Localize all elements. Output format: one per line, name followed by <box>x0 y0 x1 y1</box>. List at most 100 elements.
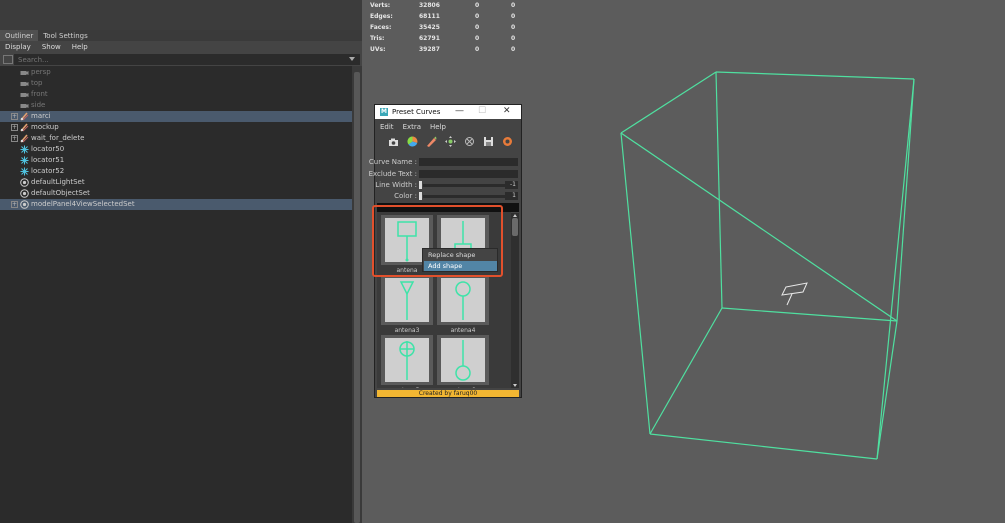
menu-item-replace-shape[interactable]: Replace shape <box>424 250 497 260</box>
outliner-item-label: side <box>31 101 46 109</box>
color-value[interactable]: 1 <box>505 192 518 200</box>
shape-label: antena4 <box>450 327 476 334</box>
menu-edit[interactable]: Edit <box>375 122 398 132</box>
outliner-item[interactable]: locator51 <box>0 155 352 166</box>
outliner-item[interactable]: top <box>0 78 352 89</box>
outliner-item[interactable]: side <box>0 100 352 111</box>
cube-edge <box>715 71 915 80</box>
scrollbar-thumb[interactable] <box>354 72 360 523</box>
exclude-text-row: Exclude Text : <box>369 170 521 179</box>
search-input[interactable] <box>14 54 360 65</box>
outliner-item-label: marci <box>31 112 51 120</box>
line-width-slider[interactable] <box>423 184 505 187</box>
scroll-up-icon[interactable] <box>513 214 517 217</box>
shape-thumbnail[interactable] <box>381 335 433 385</box>
outliner-item[interactable]: locator52 <box>0 166 352 177</box>
outliner-item[interactable]: persp <box>0 67 352 78</box>
exclude-text-label: Exclude Text : <box>368 170 417 178</box>
camera-icon <box>20 79 29 88</box>
curve-name-label: Curve Name : <box>368 158 417 166</box>
transform-icon <box>20 134 29 143</box>
shape-thumbnail[interactable] <box>381 275 433 325</box>
line-width-label: Line Width : <box>375 181 417 189</box>
curve-name-field[interactable] <box>419 158 518 166</box>
outliner-item[interactable]: locator50 <box>0 144 352 155</box>
outliner-item[interactable]: front <box>0 89 352 100</box>
outliner-item-label: modelPanel4ViewSelectedSet <box>31 200 135 208</box>
menu-item-add-shape[interactable]: Add shape <box>424 261 497 271</box>
outliner-item[interactable]: defaultLightSet <box>0 177 352 188</box>
maya-logo-icon: M <box>380 108 388 116</box>
expand-icon[interactable]: + <box>11 113 18 120</box>
menu-help[interactable]: Help <box>425 122 450 132</box>
shape-label: antena3 <box>394 327 420 334</box>
scrollbar-thumb[interactable] <box>512 218 518 236</box>
set-icon <box>20 200 29 209</box>
outliner-item[interactable]: + mockup <box>0 122 352 133</box>
brush-icon[interactable] <box>426 136 437 147</box>
expand-icon[interactable]: + <box>11 135 18 142</box>
color-row: Color : 1 <box>375 192 521 201</box>
outliner-item-label: defaultObjectSet <box>31 189 90 197</box>
outliner-scrollbar[interactable] <box>352 66 362 523</box>
camera-icon[interactable] <box>388 136 399 147</box>
exclude-text-field[interactable] <box>419 170 518 178</box>
cube-edge <box>620 71 717 134</box>
outliner-item-label: defaultLightSet <box>31 178 85 186</box>
save-icon[interactable] <box>483 136 494 147</box>
menu-show[interactable]: Show <box>37 41 67 52</box>
line-width-row: Line Width : -1 <box>375 181 521 190</box>
maximize-button[interactable]: ☐ <box>478 106 486 116</box>
arrows-icon[interactable] <box>445 136 456 147</box>
outliner-item[interactable]: + marci <box>0 111 352 122</box>
tab-tool-settings[interactable]: Tool Settings <box>38 30 93 41</box>
camera-icon <box>20 90 29 99</box>
shape-preset-item[interactable]: antena4 <box>437 275 489 335</box>
minimize-button[interactable]: — <box>455 106 464 116</box>
window-titlebar[interactable]: M Preset Curves — ☐ ✕ <box>375 105 521 119</box>
outliner-panel: Outliner Tool Settings Display Show Help… <box>0 0 362 523</box>
outliner-item-label: locator50 <box>31 145 65 153</box>
expand-icon[interactable]: + <box>11 201 18 208</box>
color-wheel-icon[interactable] <box>407 136 418 147</box>
outliner-tree: persp top front side + marci + mockup + wait_for_… <box>0 66 352 523</box>
color-slider-handle[interactable] <box>419 192 422 200</box>
menu-display[interactable]: Display <box>0 41 37 52</box>
camera-icon <box>20 101 29 110</box>
cube-edge <box>715 71 723 309</box>
outliner-item-label: mockup <box>31 123 59 131</box>
antenna-curve-preview[interactable] <box>781 282 808 306</box>
shape-preset-item[interactable]: antena5 <box>381 335 433 388</box>
credits-footer: Created by faruq00 <box>377 390 519 397</box>
close-button[interactable]: ✕ <box>503 106 511 116</box>
mirror-icon[interactable] <box>464 136 475 147</box>
menu-extra[interactable]: Extra <box>398 122 425 132</box>
shape-preview-icon <box>399 281 415 320</box>
shape-thumbnail[interactable] <box>437 275 489 325</box>
chevron-down-icon[interactable] <box>349 57 355 61</box>
cube-edge <box>876 78 915 460</box>
outliner-item[interactable]: + wait_for_delete <box>0 133 352 144</box>
shape-preset-item[interactable]: antena6 <box>437 335 489 388</box>
tab-outliner[interactable]: Outliner <box>0 30 39 41</box>
cube-edge <box>649 307 723 435</box>
line-width-value[interactable]: -1 <box>505 181 518 189</box>
outliner-item[interactable]: + modelPanel4ViewSelectedSet <box>0 199 352 210</box>
scroll-down-icon[interactable] <box>513 384 517 387</box>
refresh-icon[interactable] <box>502 136 513 147</box>
curve-name-row: Curve Name : <box>369 158 521 167</box>
color-slider[interactable] <box>423 195 505 198</box>
shape-preview-icon <box>455 340 471 381</box>
shape-grid-scrollbar[interactable] <box>511 213 519 388</box>
outliner-item[interactable]: defaultObjectSet <box>0 188 352 199</box>
outliner-item-label: locator52 <box>31 167 65 175</box>
outliner-top-strip <box>0 0 362 30</box>
shape-preset-item[interactable]: antena3 <box>381 275 433 335</box>
menu-help[interactable]: Help <box>67 41 94 52</box>
locator-icon <box>20 167 29 176</box>
outliner-item-label: locator51 <box>31 156 65 164</box>
shape-thumbnail[interactable] <box>437 335 489 385</box>
expand-icon[interactable]: + <box>11 124 18 131</box>
search-options-icon[interactable] <box>3 55 13 64</box>
line-width-slider-handle[interactable] <box>419 181 422 189</box>
